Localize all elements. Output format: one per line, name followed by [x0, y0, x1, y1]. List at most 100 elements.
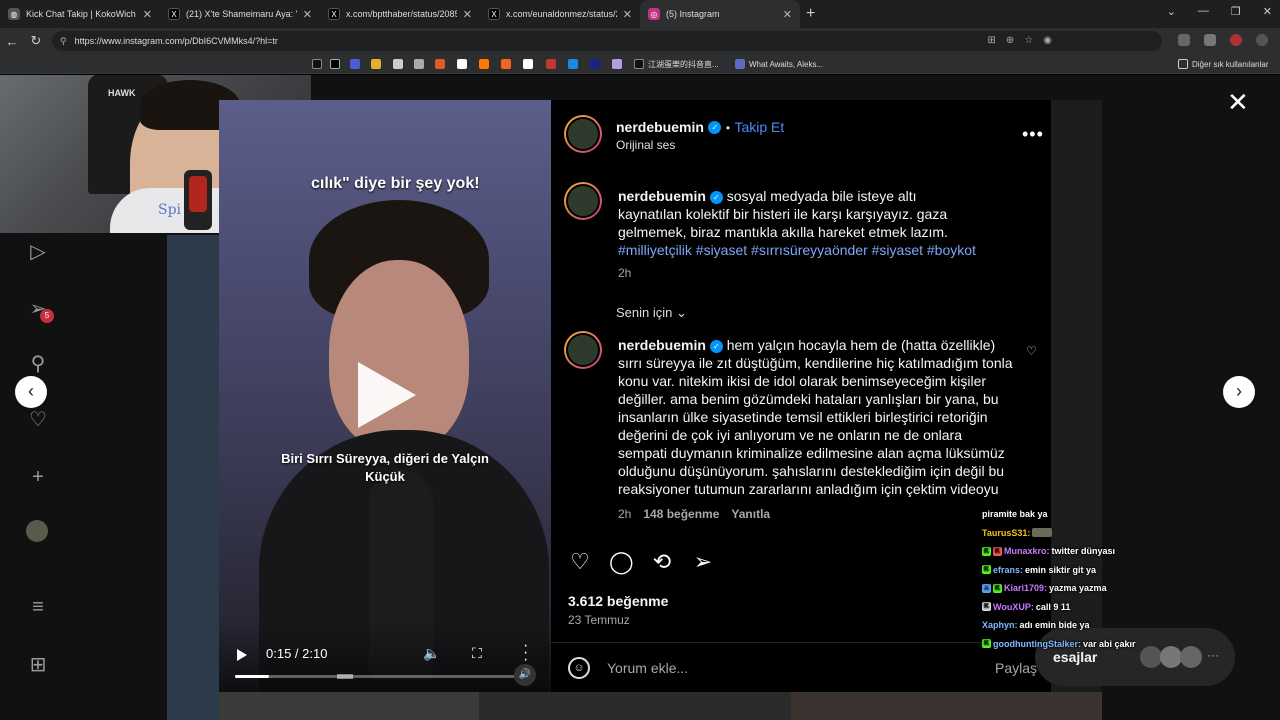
bookmark-site[interactable] [435, 58, 445, 70]
menu-dots-icon[interactable] [1256, 34, 1268, 46]
browser-tab[interactable]: X (21) X'te Shameimaru Aya: "https:// ✕ [160, 0, 320, 28]
extensions-icon[interactable] [1178, 34, 1190, 46]
close-tab-icon[interactable]: ✕ [623, 8, 632, 21]
more-apps-icon[interactable]: ⊞ [26, 653, 50, 677]
bookmark-site[interactable] [612, 58, 622, 70]
close-tab-icon[interactable]: ✕ [463, 8, 472, 21]
zoom-icon[interactable]: ⊕ [1006, 31, 1014, 51]
bookmark-site[interactable] [546, 58, 556, 70]
close-tab-icon[interactable]: ✕ [783, 8, 792, 21]
mute-icon[interactable]: 🔊 [514, 664, 536, 686]
caption-hashtags[interactable]: #milliyetçilik #siyaset #sırrısüreyyaönd… [618, 242, 976, 258]
other-bookmarks[interactable]: Diğer sık kullanılanlar [1178, 58, 1268, 70]
emoji-icon[interactable]: ☺ [568, 657, 590, 679]
site-icon [414, 59, 424, 69]
caption-username[interactable]: nerdebuemin [618, 188, 706, 204]
tab-title: x.com/eunaldonmez/status/20848 [506, 9, 617, 19]
create-icon[interactable]: + [26, 465, 50, 489]
author-username[interactable]: nerdebuemin [616, 119, 704, 135]
comment-username[interactable]: nerdebuemin [618, 337, 706, 353]
video-caption-bottom: Biri Sırrı Süreyya, diğeri de Yalçın Küç… [281, 451, 489, 484]
previous-post-button[interactable]: ‹ [15, 376, 47, 408]
commenter-avatar[interactable] [564, 331, 602, 369]
play-overlay-icon[interactable] [358, 362, 416, 428]
add-comment-bar: ☺ Paylaş [551, 642, 1051, 692]
close-icon[interactable]: ✕ [1227, 89, 1249, 115]
bookmark-site[interactable] [568, 58, 578, 70]
author-avatar[interactable] [564, 182, 602, 220]
extension-icon[interactable]: ◉ [1043, 31, 1052, 51]
address-toolbar: ← ↻ ⚲ https://www.instagram.com/p/DbI6CV… [0, 28, 1280, 54]
bookmark-site[interactable] [393, 58, 403, 70]
author-avatar[interactable] [564, 115, 602, 153]
url-bar[interactable]: ⚲ https://www.instagram.com/p/DbI6CVMMks… [52, 31, 1162, 51]
browser-tab-active[interactable]: ◎ (5) Instagram ✕ [640, 0, 800, 28]
sidebar-icon[interactable] [1204, 34, 1216, 46]
bookmark-site[interactable] [414, 58, 424, 70]
comment-sort[interactable]: Senin için ⌄ [616, 305, 687, 321]
comment-likes[interactable]: 148 beğenme [643, 507, 719, 521]
next-post-button[interactable]: › [1223, 376, 1255, 408]
repost-icon[interactable]: ⟲ [650, 550, 674, 574]
app-icon[interactable]: ⊞ [988, 31, 996, 51]
folder-icon [1178, 59, 1188, 69]
x-icon: X [328, 8, 340, 20]
search-icon[interactable]: ⚲ [26, 352, 50, 376]
site-icon [457, 59, 467, 69]
back-button[interactable]: ← [0, 34, 24, 49]
menu-icon[interactable]: ≡ [26, 595, 50, 619]
bookmark-site[interactable] [590, 58, 600, 70]
post-comment-button[interactable]: Paylaş [995, 660, 1037, 676]
video-progress-bar[interactable] [235, 674, 525, 679]
browser-tab[interactable]: X x.com/bptthaber/status/20850490 ✕ [320, 0, 480, 28]
minimize-icon[interactable]: — [1198, 5, 1209, 18]
close-window-icon[interactable]: ✕ [1263, 5, 1272, 18]
bookmarks-bar: 江湖蛋樂的抖音直... What Awaits, Aleks... Diğer … [0, 54, 1280, 74]
chevron-down-icon: ⌄ [676, 305, 687, 320]
maximize-icon[interactable]: ❐ [1231, 5, 1241, 18]
video-progress-fill [235, 675, 270, 678]
profile-avatar[interactable] [1230, 34, 1242, 46]
reply-button[interactable]: Yanıtla [731, 507, 770, 521]
browser-tab[interactable]: ◍ Kick Chat Takip | KokoWich ✕ [0, 0, 160, 28]
site-icon [523, 59, 533, 69]
likes-count[interactable]: 3.612 beğenme [568, 593, 668, 609]
new-tab-button[interactable]: + [806, 5, 815, 23]
bookmark-site[interactable] [457, 58, 467, 70]
audio-label[interactable]: Orijinal ses [616, 138, 675, 152]
chevron-down-icon[interactable]: ⌄ [1167, 5, 1176, 18]
more-options-icon[interactable]: · · · [523, 638, 528, 668]
close-tab-icon[interactable]: ✕ [303, 8, 312, 21]
site-info-icon[interactable]: ⚲ [60, 36, 67, 47]
star-icon[interactable]: ☆ [1024, 31, 1033, 51]
comment-time: 2h [618, 507, 632, 521]
site-icon [546, 59, 556, 69]
bookmark-site[interactable] [479, 58, 489, 70]
volume-icon[interactable]: 🔈 [423, 645, 440, 662]
close-tab-icon[interactable]: ✕ [143, 8, 152, 21]
share-icon[interactable]: ➢ [691, 550, 715, 574]
more-options-icon[interactable]: ••• [1022, 124, 1044, 145]
play-icon[interactable] [237, 649, 247, 661]
like-comment-icon[interactable]: ♡ [1026, 344, 1037, 358]
like-icon[interactable]: ♡ [568, 550, 592, 574]
comment-input[interactable] [607, 655, 967, 681]
bookmark-x[interactable] [330, 58, 340, 70]
bookmark-aleks[interactable]: What Awaits, Aleks... [735, 58, 823, 70]
bookmark-site[interactable] [501, 58, 511, 70]
bookmark-tiktok-live[interactable]: 江湖蛋樂的抖音直... [634, 58, 719, 70]
bookmark-site[interactable] [350, 58, 360, 70]
fullscreen-icon[interactable]: ⛶ [472, 645, 482, 662]
comment-icon[interactable]: ◯ [609, 550, 634, 574]
follow-button[interactable]: Takip Et [734, 119, 784, 135]
reload-button[interactable]: ↻ [24, 33, 48, 49]
bookmark-site[interactable] [523, 58, 533, 70]
profile-avatar[interactable] [26, 520, 48, 542]
reels-icon[interactable]: ▷ [26, 240, 50, 264]
stream-chat-overlay: piramite bak ya TaurusS31: K K Munaxkro:… [982, 505, 1242, 653]
browser-tab[interactable]: X x.com/eunaldonmez/status/20848 ✕ [480, 0, 640, 28]
heart-icon[interactable]: ♡ [26, 408, 50, 432]
bookmark-tiktok[interactable] [312, 58, 322, 70]
bookmark-site[interactable] [371, 58, 381, 70]
reel-video[interactable]: cılık" diye bir şey yok! Biri Sırrı Süre… [219, 100, 551, 692]
